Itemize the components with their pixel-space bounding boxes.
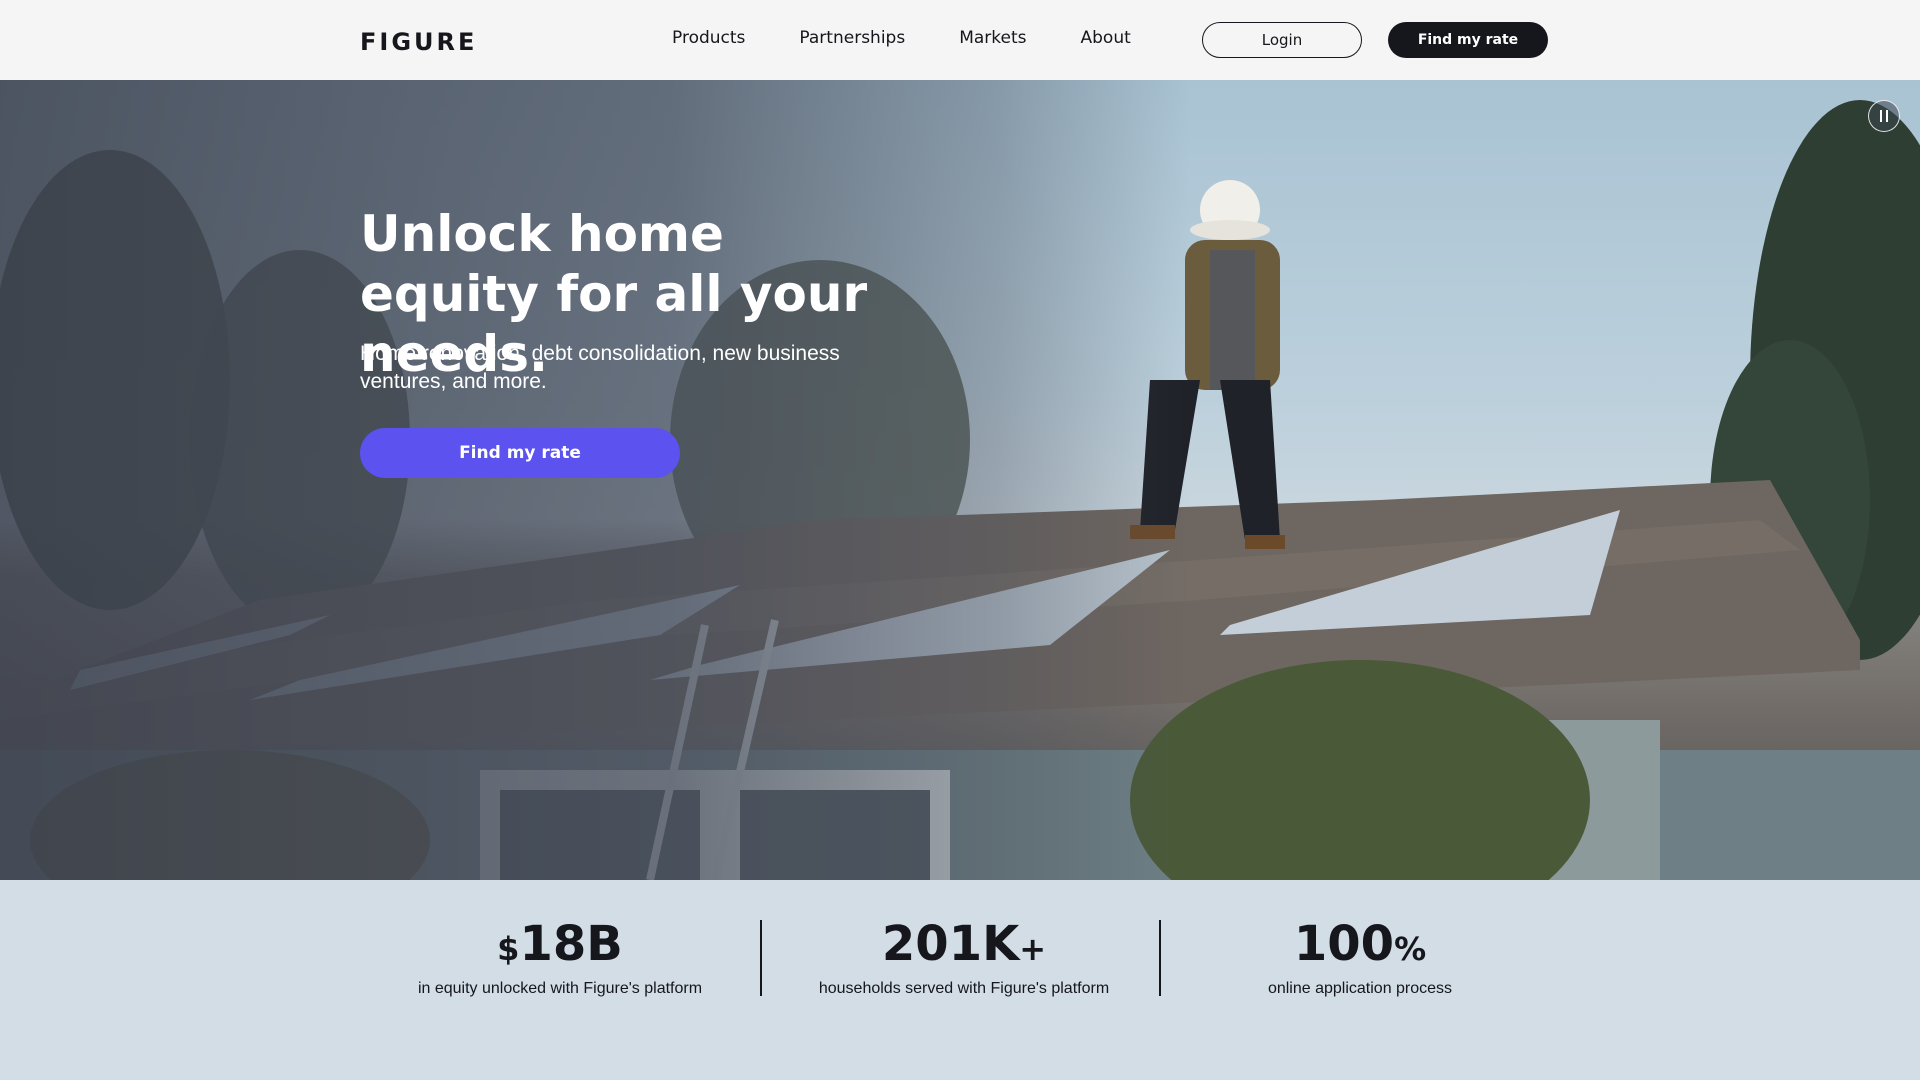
stat-value: $18B [497, 916, 623, 972]
stat-divider [760, 920, 762, 996]
nav-find-rate-button[interactable]: Find my rate [1388, 22, 1548, 58]
login-button[interactable]: Login [1202, 22, 1362, 58]
top-nav: FIGURE Products Partnerships Markets Abo… [0, 0, 1920, 80]
hero-section: Unlock home equity for all your needs. H… [0, 80, 1920, 880]
stat-label: households served with Figure's platform [818, 980, 1110, 997]
stat-equity: $18B in equity unlocked with Figure's pl… [388, 916, 732, 999]
stat-label: online application process [1267, 980, 1453, 997]
stat-households: 201K+ households served with Figure's pl… [790, 916, 1138, 999]
nav-markets[interactable]: Markets [959, 28, 1026, 48]
nav-links: Products Partnerships Markets About [672, 28, 1131, 48]
stats-section: $18B in equity unlocked with Figure's pl… [0, 880, 1920, 1080]
stat-divider [1159, 920, 1161, 996]
nav-about[interactable]: About [1081, 28, 1131, 48]
nav-products[interactable]: Products [672, 28, 745, 48]
hero-subtitle: Home renovation, debt consolidation, new… [360, 342, 840, 393]
stat-value: 100% [1293, 916, 1427, 972]
stat-online: 100% online application process [1190, 916, 1530, 999]
stat-label: in equity unlocked with Figure's platfor… [417, 980, 703, 997]
stat-value: 201K+ [881, 916, 1047, 972]
hero-find-rate-button[interactable]: Find my rate [360, 428, 680, 478]
hero-overlay [0, 80, 1920, 880]
nav-partnerships[interactable]: Partnerships [799, 28, 905, 48]
pause-icon[interactable] [1868, 100, 1900, 132]
figure-logo[interactable]: FIGURE [360, 28, 477, 56]
